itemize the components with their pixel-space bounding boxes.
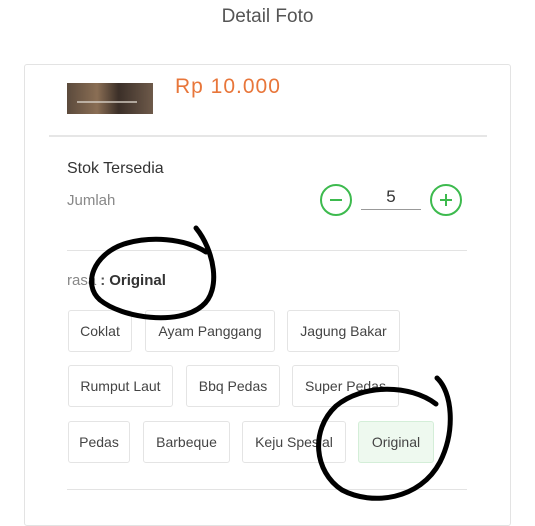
variant-selected-value: Original (109, 272, 166, 289)
variant-option-super-pedas[interactable]: Super Pedas (292, 365, 399, 407)
section-divider (67, 250, 467, 251)
quantity-label: Jumlah (67, 192, 116, 209)
variant-option-coklat[interactable]: Coklat (68, 310, 132, 352)
variant-label: rasa: Original (67, 272, 166, 289)
variant-option-pedas[interactable]: Pedas (68, 421, 130, 463)
thumbnail-caption-strip (77, 101, 137, 103)
product-price: Rp 10.000 (175, 75, 281, 98)
variant-option-keju-spesial[interactable]: Keju Spesial (242, 421, 346, 463)
plus-circle-icon (440, 194, 452, 206)
minus-circle-icon (330, 199, 342, 201)
variant-name: rasa (67, 272, 97, 289)
variant-option-rumput-laut[interactable]: Rumput Laut (68, 365, 173, 407)
decrease-quantity-button[interactable] (320, 184, 352, 216)
variant-option-jagung-bakar[interactable]: Jagung Bakar (287, 310, 400, 352)
page-title: Detail Foto (221, 6, 314, 27)
section-divider (49, 135, 487, 137)
increase-quantity-button[interactable] (430, 184, 462, 216)
stock-title: Stok Tersedia (67, 160, 164, 177)
product-thumbnail[interactable] (67, 83, 153, 114)
variant-separator: : (100, 272, 106, 289)
variant-option-bbq-pedas[interactable]: Bbq Pedas (186, 365, 280, 407)
variant-option-barbeque[interactable]: Barbeque (143, 421, 230, 463)
variant-option-original[interactable]: Original (358, 421, 434, 463)
quantity-input[interactable]: 5 (361, 187, 421, 210)
section-divider (67, 489, 467, 490)
product-detail-card: Rp 10.000 Stok Tersedia Jumlah 5 rasa: Or… (24, 64, 511, 526)
variant-option-ayam-panggang[interactable]: Ayam Panggang (145, 310, 275, 352)
